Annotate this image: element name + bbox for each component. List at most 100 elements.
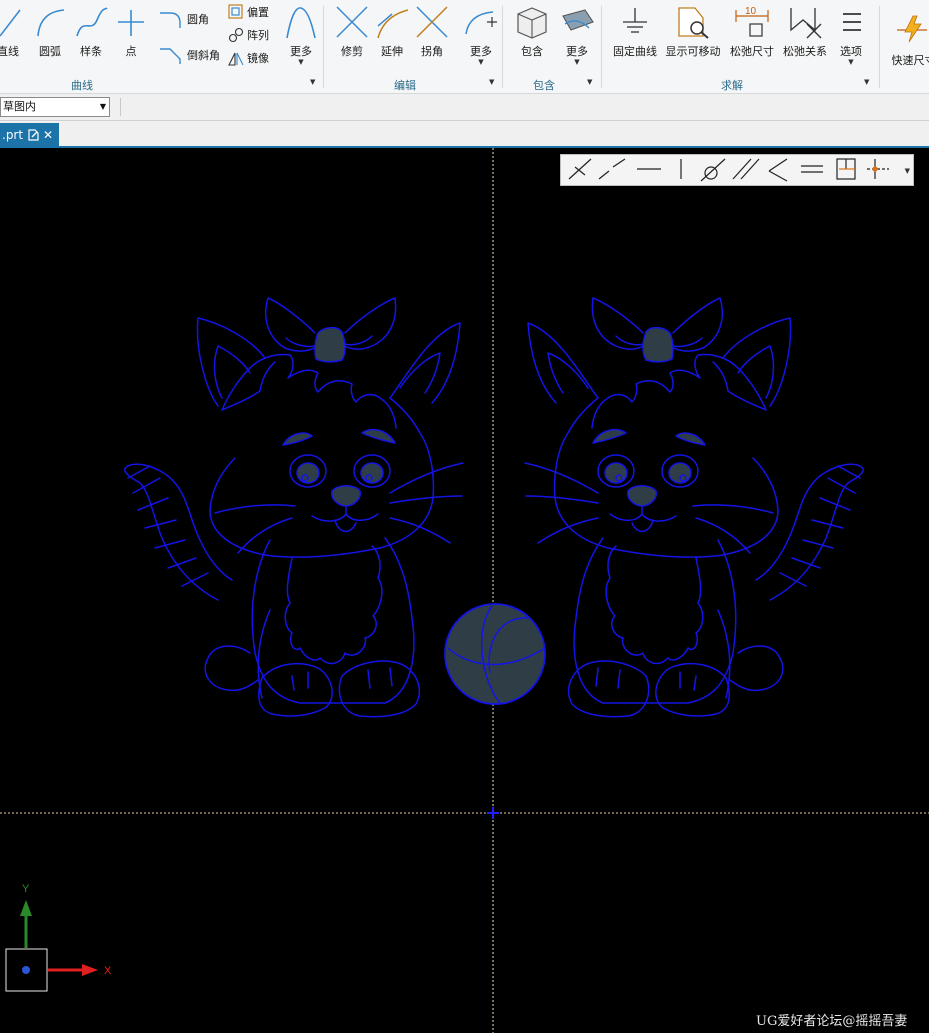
solve-group-label: 求解 — [721, 79, 743, 92]
mirror-icon — [228, 52, 244, 66]
quick-dimension-tool[interactable]: 快速尺寸 — [892, 2, 929, 67]
lightning-icon — [896, 15, 927, 43]
point-label: 点 — [125, 45, 137, 58]
graphics-window[interactable]: Y X ▼ UG爱好者论坛@摇摇吾妻 — [0, 148, 929, 1033]
offset-label: 偏置 — [247, 6, 269, 19]
chevron-down-icon: ▼ — [99, 102, 106, 111]
options-button[interactable]: 选项 ▼ — [831, 2, 871, 66]
fix-curve-label: 固定曲线 — [613, 45, 657, 58]
left-bow-knot[interactable] — [314, 326, 346, 363]
pattern-icon — [228, 27, 244, 43]
pattern-tool[interactable]: 阵列 — [228, 26, 269, 44]
edit-more-label: 更多 — [470, 45, 492, 58]
perpendicular-snap-icon — [568, 158, 592, 180]
fillet-tool[interactable]: 圆角 — [158, 10, 209, 28]
equal-icon — [801, 165, 823, 173]
curve-more-label: 更多 — [290, 45, 312, 58]
extend-icon — [377, 9, 409, 39]
pattern-label: 阵列 — [247, 29, 269, 42]
chamfer-tool[interactable]: 倒斜角 — [158, 46, 220, 64]
chevron-down-icon: ▼ — [848, 58, 854, 66]
x-axis-label: X — [104, 965, 112, 977]
chamfer-icon — [160, 48, 181, 64]
chevron-down-icon: ▼ — [298, 58, 304, 66]
selection-scope-dropdown[interactable]: 草图内 ▼ — [0, 97, 110, 117]
tab-part-file[interactable]: .prt ✕ — [0, 123, 59, 148]
right-bow-knot[interactable] — [642, 326, 674, 363]
selection-scope-value: 草图内 — [3, 100, 36, 113]
mirror-label: 镜像 — [247, 52, 269, 65]
move-icon — [465, 11, 497, 35]
close-icon[interactable]: ✕ — [43, 123, 53, 147]
arc-icon — [37, 9, 65, 37]
watermark: UG爱好者论坛@摇摇吾妻 — [756, 1014, 908, 1029]
magnifier-icon — [678, 7, 709, 39]
options-label: 选项 — [840, 45, 862, 58]
fix-curve-tool[interactable]: 固定曲线 — [613, 2, 657, 64]
left-cat-drawing[interactable] — [124, 297, 464, 718]
corner-icon — [416, 6, 448, 38]
right-cat-drawing[interactable] — [524, 297, 864, 718]
include-more-button[interactable]: 更多 ▼ — [557, 2, 597, 66]
ball-drawing[interactable] — [444, 603, 546, 705]
document-edit-icon — [28, 129, 39, 141]
document-tabs: .prt ✕ — [0, 121, 929, 148]
include-more-label: 更多 — [566, 45, 588, 58]
include-group-expand-icon[interactable]: ▼ — [587, 78, 592, 86]
y-axis-label: Y — [22, 883, 30, 895]
fillet-label: 圆角 — [187, 13, 209, 26]
menu-icon — [843, 13, 861, 31]
more-curve-icon — [286, 7, 316, 39]
mirror-tool[interactable]: 镜像 — [228, 49, 269, 67]
chamfer-label: 倒斜角 — [187, 49, 220, 62]
tangent-icon — [700, 158, 726, 182]
sketch-origin-icon — [487, 807, 499, 819]
curve-group-label: 曲线 — [71, 79, 93, 92]
edit-more-button[interactable]: 更多 ▼ — [461, 2, 501, 66]
offset-icon — [228, 4, 243, 19]
parallel-snap-icon — [598, 158, 626, 180]
fillet-icon — [160, 12, 181, 28]
snap-point-toolbar: ▼ — [560, 154, 914, 186]
show-movable-tool[interactable]: 显示可移动 — [666, 2, 721, 64]
point-icon — [118, 10, 144, 36]
corner-label: 拐角 — [421, 45, 443, 58]
edit-group-label: 编辑 — [394, 79, 416, 92]
view-triad[interactable]: Y X — [5, 883, 112, 992]
show-movable-label: 显示可移动 — [665, 45, 721, 58]
include-tool[interactable]: 包含 — [512, 2, 552, 64]
relation-icon — [790, 8, 822, 39]
solve-group-expand-icon[interactable]: ▼ — [864, 78, 869, 86]
divider — [120, 98, 121, 116]
relax-dimension-label: 松弛尺寸 — [730, 45, 774, 58]
edit-group-expand-icon[interactable]: ▼ — [489, 78, 494, 86]
dimension-icon: 10 — [735, 6, 769, 37]
relax-relation-tool[interactable]: 松弛关系 — [783, 2, 827, 64]
include-icon — [517, 7, 547, 39]
tab-label: .prt — [2, 128, 24, 142]
selection-bar: 草图内 ▼ — [0, 94, 929, 121]
sketch-canvas[interactable]: Y X — [0, 148, 929, 1033]
corner-tool[interactable]: 拐角 — [412, 2, 452, 64]
divider — [502, 6, 503, 88]
ribbon: 直线 圆弧 样条 点 圆角 倒斜角 偏置 阵列 镜像 更多 ▼ 曲线 ▼ 修剪 … — [0, 0, 929, 94]
spline-icon — [76, 7, 108, 37]
trim-icon — [336, 6, 368, 38]
snap-icons — [568, 158, 889, 182]
angle-icon — [768, 158, 788, 182]
point-tool[interactable]: 点 — [111, 2, 151, 64]
curve-group-expand-icon[interactable]: ▼ — [310, 78, 315, 86]
chevron-down-icon: ▼ — [478, 58, 484, 66]
point-on-curve-icon — [867, 159, 889, 179]
offset-tool[interactable]: 偏置 — [228, 3, 269, 21]
relax-dimension-tool[interactable]: 10 松弛尺寸 — [730, 2, 774, 64]
ground-icon — [623, 8, 647, 33]
line-icon — [0, 9, 21, 37]
curve-more-button[interactable]: 更多 ▼ — [281, 2, 321, 66]
dimension-value: 10 — [745, 6, 757, 17]
include-group-label: 包含 — [533, 79, 555, 92]
coincident-icon — [836, 158, 856, 180]
parallel-lines-icon — [732, 158, 760, 180]
project-icon — [562, 9, 594, 31]
chevron-down-icon[interactable]: ▼ — [905, 167, 910, 175]
